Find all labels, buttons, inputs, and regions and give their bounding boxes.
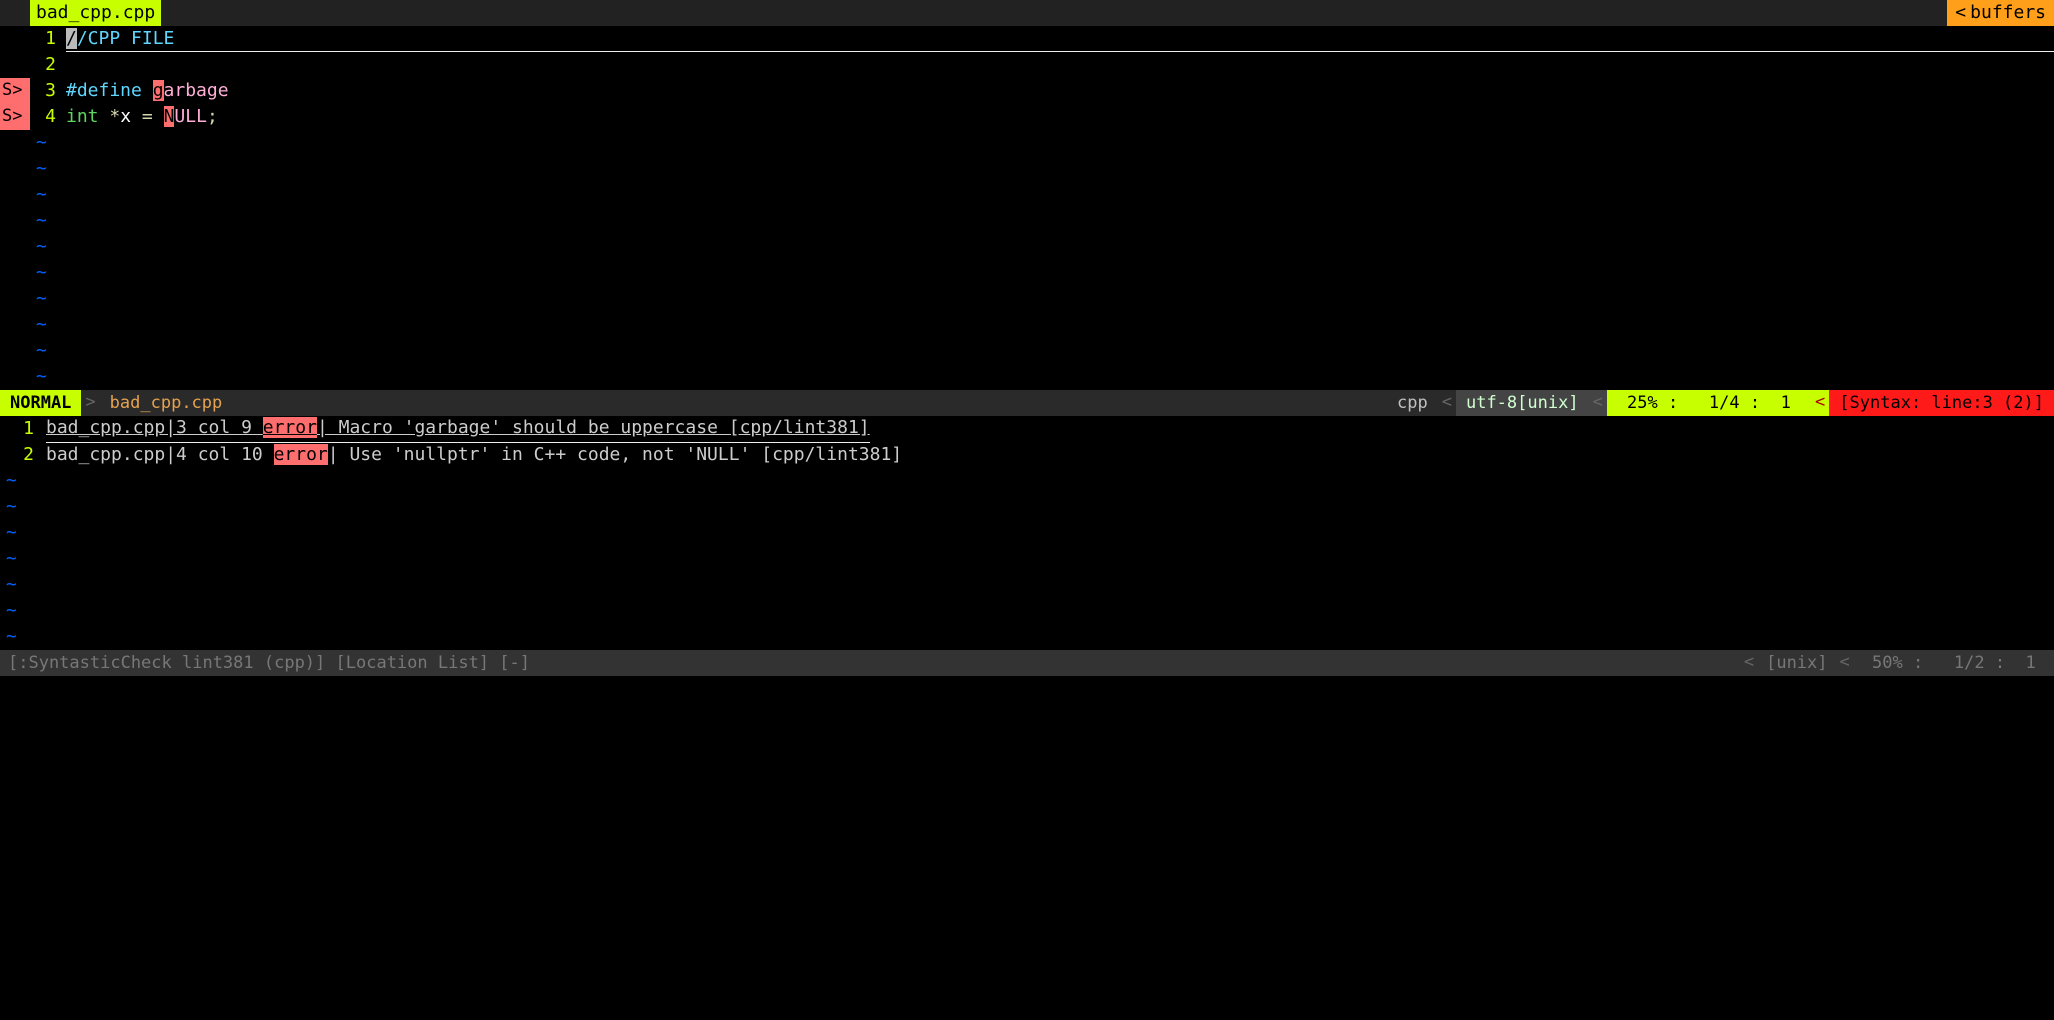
separator-icon: > — [81, 390, 99, 416]
error-sign: S> — [0, 104, 30, 130]
encoding2-segment: [unix] — [1758, 650, 1835, 676]
mode-label: NORMAL — [10, 391, 71, 416]
location-list-pane[interactable]: 1bad_cpp.cpp|3 col 9 error| Macro 'garba… — [0, 416, 2054, 650]
loclist-line-number: 2 — [0, 442, 46, 468]
empty-line-tilde: ~ — [0, 286, 2054, 312]
command-line-area[interactable] — [0, 676, 2054, 706]
separator-icon: < — [1740, 650, 1758, 676]
empty-line-tilde: ~ — [0, 520, 2054, 546]
error-sign: S> — [0, 78, 30, 104]
code-line[interactable]: 1//CPP FILE — [0, 26, 2054, 52]
loclist-text: bad_cpp.cpp|4 col 10 error| Use 'nullptr… — [46, 442, 902, 468]
code-line[interactable]: S>3#define garbage — [0, 78, 2054, 104]
empty-line-tilde: ~ — [0, 156, 2054, 182]
token-errchar: N — [164, 106, 175, 127]
empty-line-tilde: ~ — [0, 182, 2054, 208]
empty-line-tilde: ~ — [0, 494, 2054, 520]
token-errchar: g — [153, 80, 164, 101]
statusline2-spacer — [538, 650, 1740, 676]
code-content[interactable] — [66, 52, 2054, 78]
token-comment: /CPP FILE — [77, 28, 175, 49]
loclist-line-number: 1 — [0, 416, 46, 442]
empty-line-tilde: ~ — [0, 208, 2054, 234]
encoding2-label: [unix] — [1766, 651, 1827, 676]
separator-icon: < — [1811, 390, 1829, 416]
loclist-title: [:SyntasticCheck lint381 (cpp)] [Locatio… — [8, 651, 530, 676]
separator-icon: < — [1836, 650, 1854, 676]
position-label: 25% : 1/4 : 1 — [1617, 391, 1801, 416]
statusline-loclist: [:SyntasticCheck lint381 (cpp)] [Locatio… — [0, 650, 2054, 676]
code-content[interactable]: //CPP FILE — [66, 26, 2054, 52]
file-segment: bad_cpp.cpp — [100, 390, 233, 416]
token-op: ; — [207, 106, 218, 127]
token-macro: ULL — [174, 106, 207, 127]
loclist-location: bad_cpp.cpp|4 col 10 — [46, 444, 274, 465]
sign-column — [0, 52, 30, 78]
token-op: * — [109, 106, 120, 127]
encoding-label: utf-8[unix] — [1466, 391, 1579, 416]
error-badge: error — [274, 444, 328, 465]
syntax-warning-segment[interactable]: [Syntax: line:3 (2)] — [1829, 390, 2054, 416]
empty-line-tilde: ~ — [0, 598, 2054, 624]
loclist-item[interactable]: 2bad_cpp.cpp|4 col 10 error| Use 'nullpt… — [0, 442, 2054, 468]
token-preproc: #define — [66, 80, 153, 101]
token-ident: x — [120, 106, 142, 127]
file-label: bad_cpp.cpp — [110, 391, 223, 416]
sign-column — [0, 26, 30, 52]
line-number: 1 — [30, 26, 66, 52]
empty-line-tilde: ~ — [0, 572, 2054, 598]
error-badge: error — [263, 417, 317, 438]
position2-segment: 50% : 1/2 : 1 — [1854, 650, 2054, 676]
empty-line-tilde: ~ — [0, 130, 2054, 156]
editor-pane[interactable]: 1//CPP FILE2S>3#define garbageS>4int *x … — [0, 26, 2054, 390]
code-content[interactable]: int *x = NULL; — [66, 104, 2054, 130]
chevron-left-icon: < — [1955, 0, 1966, 26]
buffer-tab-current[interactable]: bad_cpp.cpp — [30, 0, 161, 26]
filetype-label: cpp — [1397, 391, 1428, 416]
statusline-spacer — [232, 390, 1387, 416]
empty-line-tilde: ~ — [0, 234, 2054, 260]
tab-gutter-spacer — [0, 0, 30, 26]
token-op: = — [142, 106, 164, 127]
position2-label: 50% : 1/2 : 1 — [1862, 651, 2046, 676]
filetype-segment: cpp — [1387, 390, 1438, 416]
tab-bar: bad_cpp.cpp < buffers — [0, 0, 2054, 26]
loclist-text: bad_cpp.cpp|3 col 9 error| Macro 'garbag… — [46, 415, 870, 442]
code-line[interactable]: 2 — [0, 52, 2054, 78]
line-number: 3 — [30, 78, 66, 104]
loclist-item[interactable]: 1bad_cpp.cpp|3 col 9 error| Macro 'garba… — [0, 416, 2054, 442]
empty-line-tilde: ~ — [0, 624, 2054, 650]
buffers-label: buffers — [1970, 0, 2046, 26]
line-number: 2 — [30, 52, 66, 78]
separator-icon: < — [1589, 390, 1607, 416]
loclist-title-segment: [:SyntasticCheck lint381 (cpp)] [Locatio… — [0, 650, 538, 676]
empty-line-tilde: ~ — [0, 364, 2054, 390]
token-macro: arbage — [164, 80, 229, 101]
buffers-button[interactable]: < buffers — [1947, 0, 2054, 26]
encoding-segment: utf-8[unix] — [1456, 390, 1589, 416]
token-cursor: / — [66, 28, 77, 49]
loclist-message: | Use 'nullptr' in C++ code, not 'NULL' … — [328, 444, 902, 465]
empty-line-tilde: ~ — [0, 338, 2054, 364]
tab-bar-fill — [161, 0, 1947, 26]
loclist-location: bad_cpp.cpp|3 col 9 — [46, 417, 263, 438]
empty-line-tilde: ~ — [0, 546, 2054, 572]
empty-line-tilde: ~ — [0, 260, 2054, 286]
syntax-warning-label: [Syntax: line:3 (2)] — [1839, 391, 2044, 416]
position-segment: 25% : 1/4 : 1 — [1607, 390, 1811, 416]
empty-line-tilde: ~ — [0, 312, 2054, 338]
statusline-editor: NORMAL > bad_cpp.cpp cpp < utf-8[unix] <… — [0, 390, 2054, 416]
code-line[interactable]: S>4int *x = NULL; — [0, 104, 2054, 130]
mode-segment: NORMAL — [0, 390, 81, 416]
separator-icon: < — [1438, 390, 1456, 416]
line-number: 4 — [30, 104, 66, 130]
code-content[interactable]: #define garbage — [66, 78, 2054, 104]
token-type: int — [66, 106, 109, 127]
loclist-message: | Macro 'garbage' should be uppercase [c… — [317, 417, 870, 438]
empty-line-tilde: ~ — [0, 468, 2054, 494]
